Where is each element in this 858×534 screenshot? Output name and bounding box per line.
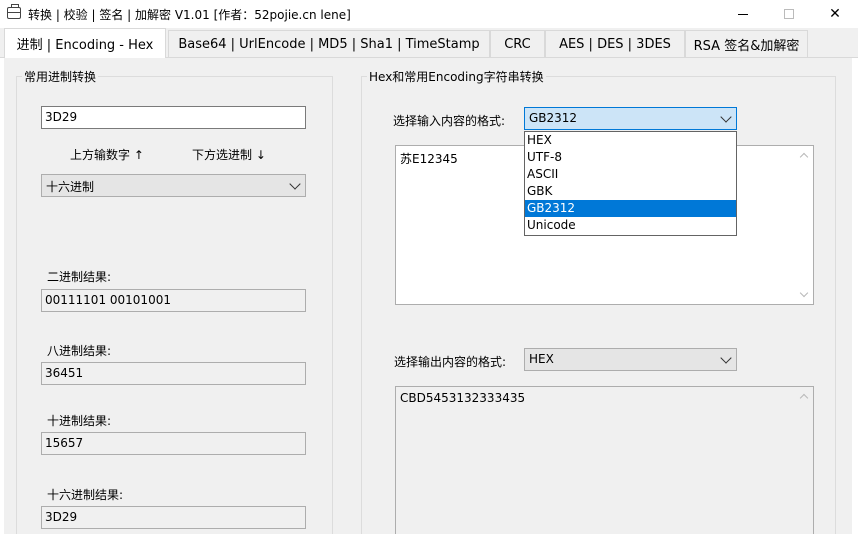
dropdown-option-unicode[interactable]: Unicode [525, 217, 736, 234]
input-format-dropdown: HEX UTF-8 ASCII GBK GB2312 Unicode [524, 131, 737, 236]
dropdown-option-hex[interactable]: HEX [525, 132, 736, 149]
tab-radix-encoding-hex[interactable]: 进制 | Encoding - Hex [4, 28, 166, 58]
window-edge [852, 58, 858, 534]
binary-label: 二进制结果: [47, 270, 112, 284]
dropdown-option-gbk[interactable]: GBK [525, 183, 736, 200]
base-select-value: 十六进制 [46, 180, 95, 194]
octal-label: 八进制结果: [47, 344, 112, 358]
output-format-select[interactable]: HEX [524, 348, 737, 371]
scroll-up-icon [799, 152, 809, 162]
output-scrollbar[interactable] [796, 387, 813, 534]
tab-label: RSA 签名&加解密 [693, 38, 800, 54]
tab-aes-des-3des[interactable]: AES | DES | 3DES [545, 30, 685, 57]
input-format-value: GB2312 [529, 111, 578, 125]
chevron-down-icon [720, 111, 732, 123]
chevron-down-icon [720, 352, 732, 364]
window-title: 转换 | 校验 | 签名 | 加解密 V1.01 [作者：52pojie.cn … [28, 8, 351, 22]
close-icon: ✕ [829, 6, 841, 22]
binary-result-field[interactable]: 00111101 00101001 [41, 289, 306, 312]
input-scrollbar[interactable] [796, 146, 813, 304]
tab-base64-urlencode-md5-sha1-timestamp[interactable]: Base64 | UrlEncode | MD5 | Sha1 | TimeSt… [168, 30, 490, 57]
output-text-value: CBD5453132333435 [400, 391, 526, 405]
decimal-result-field[interactable]: 15657 [41, 432, 306, 455]
tab-label: AES | DES | 3DES [559, 36, 671, 52]
hex-result-field[interactable]: 3D29 [41, 506, 306, 529]
tab-label: 进制 | Encoding - Hex [16, 38, 154, 53]
input-format-label: 选择输入内容的格式: [393, 114, 506, 128]
select-hint-label: 下方选进制 ↓ [192, 148, 266, 162]
output-format-value: HEX [529, 352, 554, 366]
dropdown-option-gb2312[interactable]: GB2312 [525, 200, 736, 217]
tab-rsa[interactable]: RSA 签名&加解密 [685, 30, 808, 57]
briefcase-icon [7, 4, 21, 19]
minimize-icon [738, 13, 748, 15]
scroll-up-icon [799, 393, 809, 403]
minimize-button[interactable] [720, 0, 766, 28]
input-format-select[interactable]: GB2312 [524, 107, 737, 130]
chevron-down-icon [289, 178, 301, 190]
tab-label: Base64 | UrlEncode | MD5 | Sha1 | TimeSt… [178, 36, 480, 52]
tab-label: CRC [504, 36, 531, 52]
input-hint-label: 上方输数字 ↑ [70, 148, 144, 162]
close-button[interactable]: ✕ [812, 0, 858, 28]
decimal-label: 十进制结果: [47, 414, 112, 428]
title-bar: 转换 | 校验 | 签名 | 加解密 V1.01 [作者：52pojie.cn … [0, 0, 858, 28]
output-text-area[interactable]: CBD5453132333435 [395, 386, 814, 534]
number-input[interactable]: 3D29 [41, 106, 306, 129]
hex-label: 十六进制结果: [47, 488, 124, 502]
dropdown-option-utf8[interactable]: UTF-8 [525, 149, 736, 166]
radix-group-title: 常用进制转换 [22, 68, 99, 85]
encoding-group-title: Hex和常用Encoding字符串转换 [367, 68, 546, 85]
tab-crc[interactable]: CRC [490, 30, 545, 57]
input-text-value: 苏E12345 [400, 152, 458, 166]
maximize-button[interactable] [766, 0, 812, 28]
maximize-icon [784, 9, 794, 19]
octal-result-field[interactable]: 36451 [41, 362, 306, 385]
base-select[interactable]: 十六进制 [41, 174, 306, 197]
dropdown-option-ascii[interactable]: ASCII [525, 166, 736, 183]
scroll-down-icon [799, 288, 809, 298]
output-format-label: 选择输出内容的格式: [394, 355, 507, 369]
